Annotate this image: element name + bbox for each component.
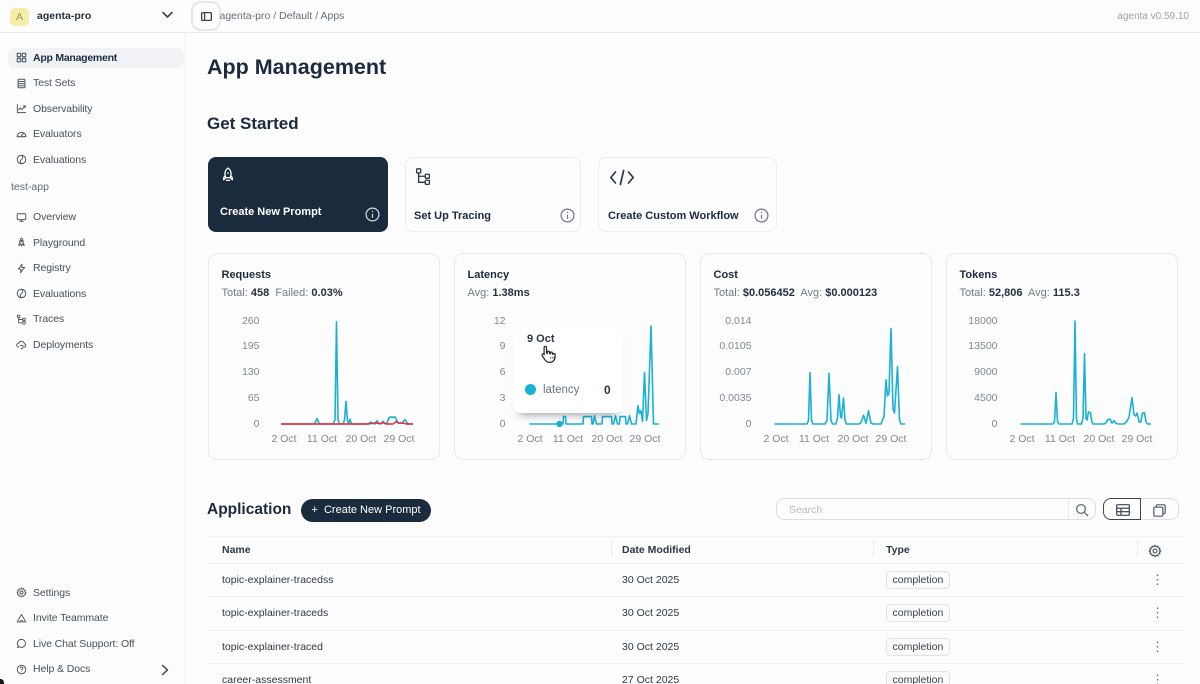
svg-text:11 Oct: 11 Oct (1045, 433, 1075, 445)
svg-text:65: 65 (248, 392, 260, 404)
svg-text:0.007: 0.007 (725, 366, 751, 378)
svg-text:29 Oct: 29 Oct (630, 433, 661, 445)
svg-text:2 Oct: 2 Oct (517, 433, 542, 445)
svg-text:0.0035: 0.0035 (719, 392, 751, 404)
svg-text:3: 3 (500, 392, 506, 404)
svg-text:2 Oct: 2 Oct (1009, 433, 1034, 445)
svg-text:0: 0 (254, 418, 260, 430)
svg-text:0.014: 0.014 (725, 315, 751, 327)
svg-text:2 Oct: 2 Oct (763, 433, 788, 445)
svg-text:0: 0 (992, 418, 998, 430)
svg-text:20 Oct: 20 Oct (1084, 433, 1115, 445)
svg-text:195: 195 (242, 340, 260, 352)
svg-text:13500: 13500 (968, 340, 997, 352)
svg-text:20 Oct: 20 Oct (592, 433, 623, 445)
svg-text:2 Oct: 2 Oct (271, 433, 296, 445)
svg-text:6: 6 (500, 366, 506, 378)
svg-text:29 Oct: 29 Oct (876, 433, 907, 445)
svg-text:9000: 9000 (974, 366, 998, 378)
svg-text:0: 0 (746, 418, 752, 430)
svg-text:4500: 4500 (974, 392, 998, 404)
svg-text:0: 0 (500, 418, 506, 430)
svg-text:20 Oct: 20 Oct (346, 433, 377, 445)
svg-text:18000: 18000 (968, 315, 997, 327)
svg-text:0.0105: 0.0105 (719, 340, 751, 352)
svg-text:12: 12 (494, 315, 506, 327)
svg-text:29 Oct: 29 Oct (1122, 433, 1153, 445)
svg-text:11 Oct: 11 Oct (307, 433, 337, 445)
svg-text:9: 9 (500, 340, 506, 352)
svg-text:20 Oct: 20 Oct (838, 433, 869, 445)
svg-text:130: 130 (242, 366, 260, 378)
svg-text:11 Oct: 11 Oct (553, 433, 583, 445)
svg-text:260: 260 (242, 315, 260, 327)
svg-text:29 Oct: 29 Oct (384, 433, 415, 445)
svg-text:11 Oct: 11 Oct (799, 433, 829, 445)
